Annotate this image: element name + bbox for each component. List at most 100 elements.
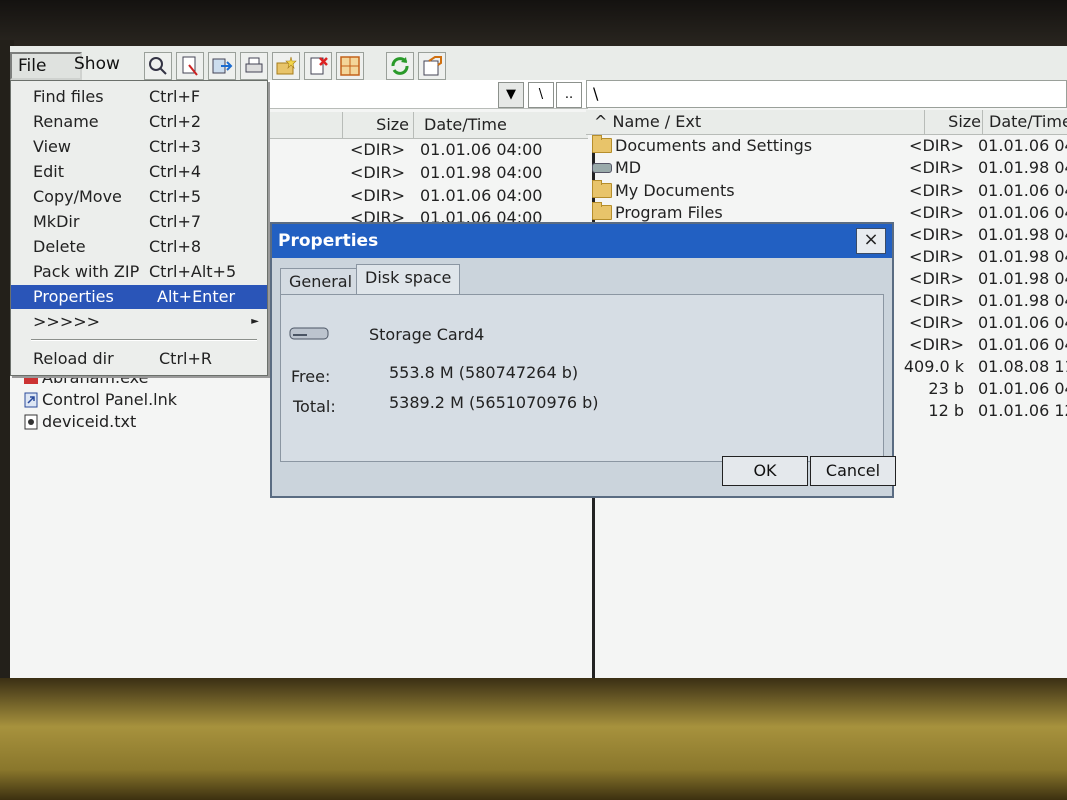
menu-item-pack-zip[interactable]: Pack with ZIP Ctrl+Alt+5: [11, 260, 267, 284]
file-size: 23 b: [928, 379, 964, 398]
file-size: <DIR>: [909, 269, 964, 288]
total-label: Total:: [293, 397, 336, 416]
copy-button[interactable]: [208, 52, 236, 80]
file-size: <DIR>: [909, 335, 964, 354]
menu-item-mkdir[interactable]: MkDir Ctrl+7: [11, 210, 267, 234]
file-name-cell: Documents and Settings: [592, 135, 812, 155]
ok-button[interactable]: OK: [722, 456, 808, 486]
file-date: 01.01.06 04: [978, 335, 1067, 354]
device-bezel-top: [0, 0, 1067, 48]
find-icon: [149, 57, 167, 75]
dialog-title: Properties: [272, 224, 892, 258]
file-size: <DIR>: [909, 158, 964, 177]
file-name: deviceid.txt: [42, 412, 137, 431]
submenu-arrow-icon: ►: [251, 316, 259, 327]
folder-icon: [592, 202, 612, 220]
file-size: <DIR>: [909, 225, 964, 244]
file-date: 01.08.08 11: [978, 357, 1067, 376]
close-icon: ×: [863, 229, 879, 250]
left-column-header: Size Date/Time: [258, 112, 588, 139]
file-size: 409.0 k: [903, 357, 964, 376]
left-row-size: <DIR>: [350, 186, 405, 205]
left-path-dropdown[interactable]: ▼: [498, 82, 524, 108]
cancel-button[interactable]: Cancel: [810, 456, 896, 486]
file-name-cell: MD: [592, 158, 641, 177]
right-column-header: ^ Name / Ext Size Date/Time: [586, 110, 1067, 135]
new-folder-button[interactable]: [272, 52, 300, 80]
file-date: 01.01.98 04: [978, 269, 1067, 288]
find-next-icon: [182, 56, 198, 76]
disk-space-panel: Storage Card4 Free: 553.8 M (580747264 b…: [280, 294, 884, 462]
folder-icon: [592, 180, 612, 198]
right-path-field[interactable]: \: [586, 80, 1067, 108]
menu-item-properties[interactable]: Properties Alt+Enter: [11, 285, 267, 309]
menu-item-reload-dir[interactable]: Reload dir Ctrl+R: [11, 347, 267, 371]
tab-general[interactable]: General: [280, 268, 362, 295]
file-list-row[interactable]: MD <DIR> 01.01.98 04: [586, 158, 1067, 180]
file-item[interactable]: Control Panel.lnk: [24, 390, 177, 409]
menu-item-copy-move[interactable]: Copy/Move Ctrl+5: [11, 185, 267, 209]
file-name: Program Files: [615, 203, 723, 222]
drive-icon: [592, 162, 612, 173]
copy-icon: [212, 58, 233, 74]
root-dir-button[interactable]: \: [528, 82, 554, 108]
left-date-header[interactable]: Date/Time: [418, 112, 564, 138]
free-label: Free:: [291, 367, 331, 386]
file-name-cell: Program Files: [592, 202, 723, 222]
shortcut-icon: [24, 392, 38, 408]
new-folder-icon: [276, 56, 297, 75]
file-size: <DIR>: [909, 313, 964, 332]
grid-icon: [340, 56, 360, 76]
file-name: My Documents: [615, 181, 735, 200]
free-value: 553.8 M (580747264 b): [389, 363, 579, 382]
properties-tool-button[interactable]: [418, 52, 446, 80]
delete-button[interactable]: [304, 52, 332, 80]
left-row-size: <DIR>: [350, 163, 405, 182]
file-size: <DIR>: [909, 181, 964, 200]
menu-item-find-files[interactable]: Find files Ctrl+F: [11, 85, 267, 109]
file-list-row[interactable]: My Documents <DIR> 01.01.06 04: [586, 180, 1067, 203]
find-next-button[interactable]: [176, 52, 204, 80]
name-header[interactable]: ^ Name / Ext: [594, 110, 701, 134]
find-button[interactable]: [144, 52, 172, 80]
properties-dialog: Properties × General Disk space Storage …: [270, 222, 896, 498]
date-header[interactable]: Date/Time: [982, 110, 1067, 134]
print-button[interactable]: [240, 52, 268, 80]
size-header[interactable]: Size: [924, 110, 981, 134]
file-name: Control Panel.lnk: [42, 390, 178, 409]
file-menu-dropdown: Find files Ctrl+F Rename Ctrl+2 View Ctrl+3…: [10, 80, 268, 376]
menu-item-edit[interactable]: Edit Ctrl+4: [11, 160, 267, 184]
menu-separator: [31, 339, 257, 341]
tab-disk-space[interactable]: Disk space: [356, 264, 461, 295]
screen: File Show ▼ \ .. Size Date/Time <DIR> 01…: [10, 46, 1067, 682]
grid-button[interactable]: [336, 52, 364, 80]
file-size: <DIR>: [909, 247, 964, 266]
left-row-date: 01.01.06 04:00: [420, 186, 543, 205]
file-name-cell: My Documents: [592, 180, 735, 200]
refresh-button[interactable]: [386, 52, 414, 80]
folder-icon: [592, 135, 612, 153]
show-menu[interactable]: Show: [68, 52, 140, 76]
menu-item-more[interactable]: >>>>> ►: [11, 310, 267, 334]
left-size-header[interactable]: Size: [342, 112, 414, 138]
total-value: 5389.2 M (5651070976 b): [389, 393, 599, 412]
file-size: <DIR>: [909, 203, 964, 222]
file-date: 01.01.06 04: [978, 313, 1067, 332]
menubar: File Show: [10, 46, 1067, 81]
file-date: 01.01.98 04: [978, 225, 1067, 244]
drive-name: Storage Card4: [369, 325, 485, 344]
file-date: 01.01.06 04: [978, 203, 1067, 222]
menu-item-delete[interactable]: Delete Ctrl+8: [11, 235, 267, 259]
file-size: <DIR>: [909, 291, 964, 310]
file-date: 01.01.06 04: [978, 181, 1067, 200]
close-button[interactable]: ×: [856, 228, 886, 254]
file-item[interactable]: deviceid.txt: [24, 412, 136, 431]
file-size: 12 b: [928, 401, 964, 420]
properties-icon: [423, 56, 442, 76]
file-date: 01.01.06 04: [978, 379, 1067, 398]
menu-item-view[interactable]: View Ctrl+3: [11, 135, 267, 159]
left-row-date: 01.01.98 04:00: [420, 163, 543, 182]
menu-item-rename[interactable]: Rename Ctrl+2: [11, 110, 267, 134]
file-list-row[interactable]: Documents and Settings <DIR> 01.01.06 04: [586, 135, 1067, 158]
parent-dir-button[interactable]: ..: [556, 82, 582, 108]
